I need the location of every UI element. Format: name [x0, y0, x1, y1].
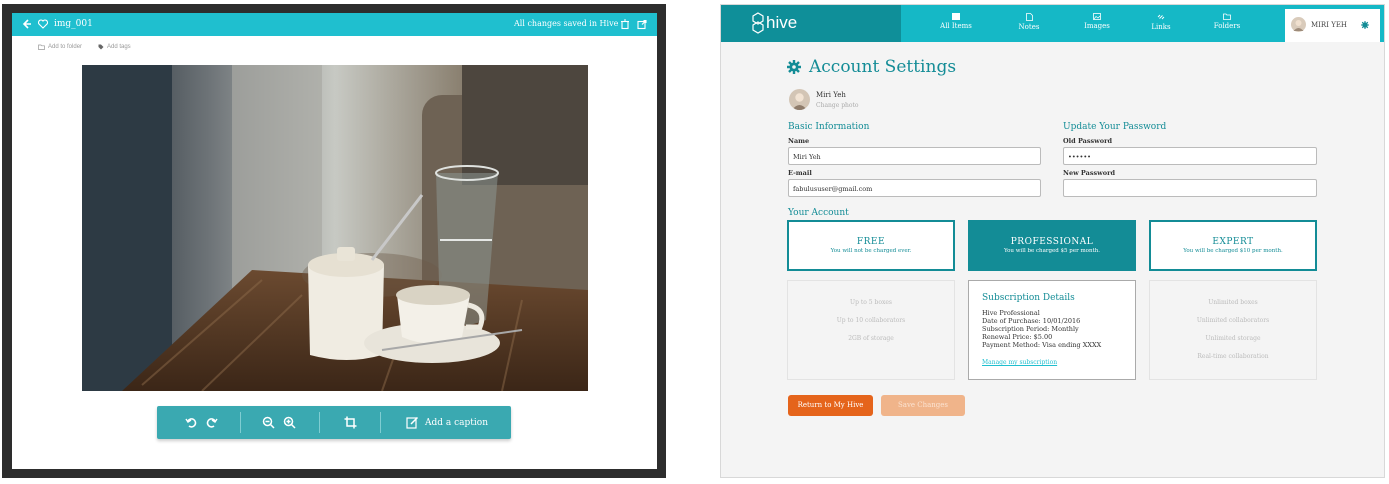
page-title: Account Settings [809, 57, 957, 77]
change-photo-link[interactable]: Change photo [816, 102, 859, 109]
free-features: Up to 5 boxes Up to 10 collaborators 2GB… [787, 280, 955, 380]
subscription-line: Hive Professional [982, 309, 1040, 317]
crop-icon[interactable] [344, 416, 357, 429]
feature-item: Unlimited storage [1205, 335, 1261, 342]
back-arrow-icon[interactable] [21, 18, 33, 30]
feature-item: Real-time collaboration [1197, 353, 1269, 360]
profile-name: Miri Yeh [816, 91, 846, 99]
user-menu[interactable]: MIRI YEH [1285, 9, 1380, 42]
image-editor-panel: img_001 All changes saved in Hive Add to… [12, 13, 657, 469]
coffee-table-photo [82, 65, 588, 391]
avatar [1291, 17, 1306, 32]
feature-item: Up to 5 boxes [850, 299, 892, 306]
old-password-field[interactable]: •••••• [1063, 147, 1317, 165]
nav-label: Links [1151, 23, 1171, 31]
plan-free[interactable]: FREE You will not be charged ever. [787, 220, 955, 271]
email-field[interactable]: fabulususer@gmail.com [788, 179, 1041, 197]
plan-expert[interactable]: EXPERT You will be charged $10 per month… [1149, 220, 1317, 271]
plan-description: You will be charged $10 per month. [1183, 248, 1283, 254]
feature-item: Unlimited boxes [1208, 299, 1258, 306]
basic-info-heading: Basic Information [788, 122, 870, 132]
share-icon[interactable] [636, 18, 648, 30]
folder-icon [38, 44, 45, 50]
profile-avatar[interactable] [789, 89, 810, 110]
subscription-line: Renewal Price: $5.00 [982, 333, 1053, 341]
plan-description: You will not be charged ever. [830, 248, 912, 254]
rotate-left-icon[interactable] [185, 416, 198, 429]
your-account-heading: Your Account [788, 208, 849, 218]
nav-all-items[interactable]: All Items [926, 13, 986, 30]
rotate-right-icon[interactable] [205, 416, 218, 429]
email-label: E-mail [788, 169, 812, 177]
settings-gear-icon [787, 60, 801, 74]
image-title: img_001 [54, 19, 93, 29]
zoom-out-icon[interactable] [262, 416, 275, 429]
plan-name: FREE [856, 237, 886, 247]
toolbar-divider [319, 412, 320, 433]
nav-images[interactable]: Images [1067, 13, 1127, 30]
subscription-line: Subscription Period: Monthly [982, 325, 1079, 333]
account-settings-window: hive All Items Notes Images Links Folder… [720, 4, 1385, 478]
new-password-label: New Password [1063, 169, 1116, 177]
nav-label: Notes [1018, 23, 1040, 31]
subscription-title: Subscription Details [982, 293, 1075, 303]
nav-label: All Items [940, 22, 972, 30]
plan-professional[interactable]: PROFESSIONAL You will be charged $5 per … [968, 220, 1136, 271]
brand-name: hive [766, 13, 798, 32]
nav-folders[interactable]: Folders [1197, 13, 1257, 30]
plan-name: EXPERT [1212, 237, 1254, 247]
plan-name: PROFESSIONAL [1010, 237, 1094, 247]
zoom-in-icon[interactable] [283, 416, 296, 429]
feature-item: 2GB of storage [848, 335, 894, 342]
logo-area[interactable]: hive [721, 5, 901, 42]
editor-top-bar: img_001 All changes saved in Hive [12, 13, 657, 36]
app-header: hive All Items Notes Images Links Folder… [721, 5, 1384, 42]
note-icon [1025, 13, 1033, 21]
image-editor-window: img_001 All changes saved in Hive Add to… [2, 4, 666, 478]
password-heading: Update Your Password [1063, 122, 1167, 132]
expert-features: Unlimited boxes Unlimited collaborators … [1149, 280, 1317, 380]
nav-notes[interactable]: Notes [999, 13, 1059, 31]
nav-label: Folders [1213, 22, 1241, 30]
grid-icon [952, 13, 960, 20]
subscription-details: Subscription Details Hive Professional D… [968, 280, 1136, 380]
hive-logo-icon [752, 12, 764, 34]
add-to-folder-link[interactable]: Add to folder [38, 44, 82, 50]
old-password-label: Old Password [1063, 137, 1113, 145]
nav-links[interactable]: Links [1131, 13, 1191, 31]
edit-caption-icon[interactable] [406, 416, 419, 429]
feature-item: Unlimited collaborators [1196, 317, 1270, 324]
add-caption-button[interactable]: Add a caption [425, 418, 488, 428]
user-name: MIRI YEH [1311, 21, 1348, 29]
name-field[interactable]: Miri Yeh [788, 147, 1041, 165]
toolbar-divider [380, 412, 381, 433]
gear-icon[interactable] [1361, 21, 1369, 29]
add-tags-link[interactable]: Add tags [98, 44, 131, 50]
manage-subscription-link[interactable]: Manage my subscription [982, 359, 1057, 366]
feature-item: Up to 10 collaborators [836, 317, 906, 324]
nav-label: Images [1084, 22, 1110, 30]
editor-sub-bar: Add to folder Add tags [12, 36, 657, 56]
subscription-line: Payment Method: Visa ending XXXX [982, 341, 1102, 349]
plan-description: You will be charged $5 per month. [1003, 248, 1101, 254]
toolbar-divider [240, 412, 241, 433]
trash-icon[interactable] [619, 18, 631, 30]
folder-icon [1223, 13, 1231, 20]
add-tags-label: Add tags [107, 44, 131, 50]
return-to-hive-button[interactable]: Return to My Hive [788, 395, 873, 416]
name-label: Name [788, 137, 810, 145]
heart-icon[interactable] [37, 18, 49, 30]
image-toolbar: Add a caption [157, 406, 511, 439]
image-icon [1093, 13, 1101, 20]
add-to-folder-label: Add to folder [48, 44, 83, 50]
save-changes-button[interactable]: Save Changes [881, 395, 965, 416]
link-icon [1157, 14, 1165, 20]
tag-icon [98, 44, 104, 50]
new-password-field[interactable] [1063, 179, 1317, 197]
subscription-line: Date of Purchase: 10/01/2016 [982, 317, 1081, 325]
save-status: All changes saved in Hive [514, 19, 619, 28]
